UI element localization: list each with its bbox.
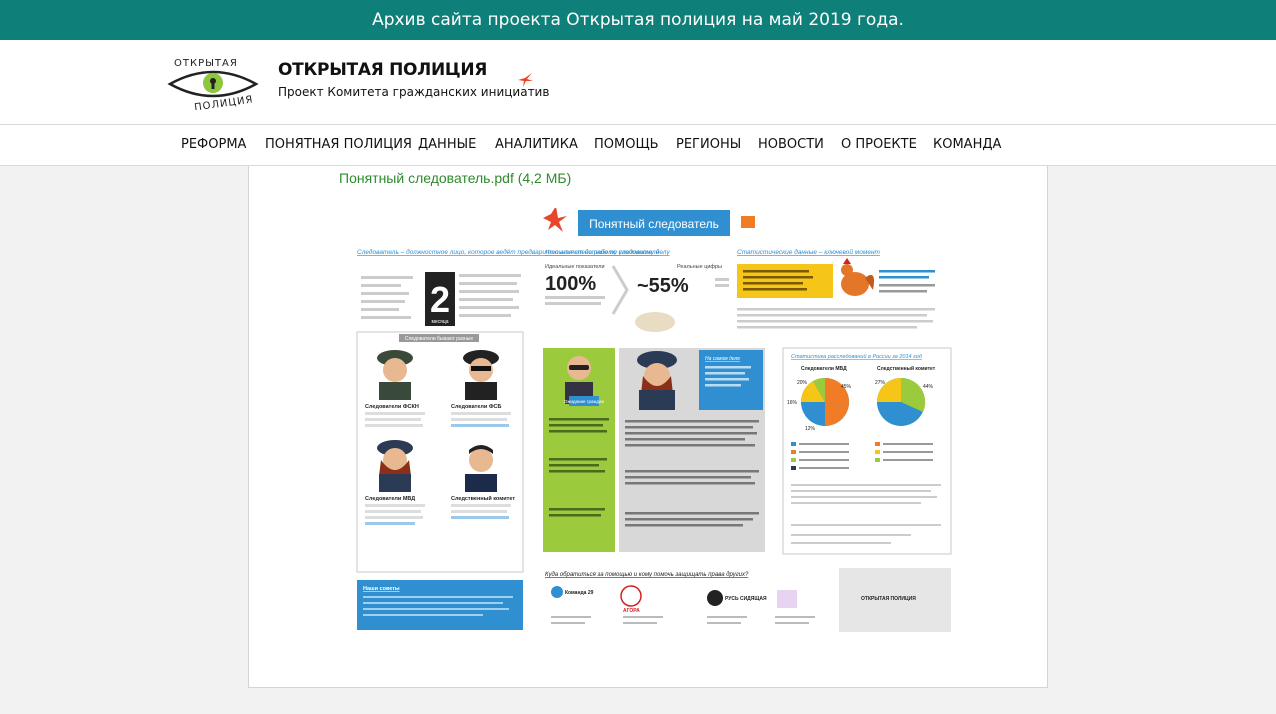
site-title[interactable]: ОТКРЫТАЯ ПОЛИЦИЯ — [278, 60, 487, 80]
real-case-label: На самом деле — [705, 356, 740, 362]
main-content: Понятный следователь.pdf (4,2 МБ) Понятн… — [248, 166, 1048, 688]
org-agora: АГОРА — [623, 608, 640, 614]
nav-item-help[interactable]: ПОМОЩЬ — [594, 137, 659, 152]
nav-item-understandable-police[interactable]: ПОНЯТНАЯ ПОЛИЦИЯ — [265, 137, 412, 152]
nav-item-data[interactable]: ДАННЫЕ — [418, 137, 476, 152]
pdf-download-link[interactable]: Понятный следователь.pdf (4,2 МБ) — [339, 170, 571, 186]
pct-16: 16% — [787, 400, 798, 406]
nav-item-news[interactable]: НОВОСТИ — [758, 137, 824, 152]
org-agora-logo — [620, 585, 642, 607]
porridge-bowl-icon — [635, 312, 675, 332]
org-open-police: ОТКРЫТАЯ ПОЛИЦИЯ — [861, 596, 916, 602]
types-header: Следователи бывают разные — [405, 336, 473, 342]
expect-label: Ожидание граждан — [564, 399, 605, 404]
officer-mvd-icon — [377, 440, 413, 492]
svg-text:ОТКРЫТАЯ: ОТКРЫТАЯ — [174, 58, 238, 69]
org-public-verdict-logo — [777, 590, 797, 608]
org-komanda29: Команда 29 — [565, 590, 594, 596]
help-question: Куда обратиться за помощью и кому помочь… — [545, 572, 749, 578]
pie-left-title: Следователи МВД — [801, 366, 847, 372]
nav-item-analytics[interactable]: АНАЛИТИКА — [495, 137, 578, 152]
type-fsb: Следователи ФСБ — [451, 404, 501, 410]
pct-27: 27% — [875, 380, 886, 386]
advice-title: Наши советы — [363, 586, 400, 592]
real-value: ~55% — [637, 275, 689, 297]
poster-title: Понятный следователь — [589, 217, 719, 231]
nav-item-team[interactable]: КОМАНДА — [933, 137, 1001, 152]
section-title-statistics: Статистические данные – ключевой момент — [737, 248, 881, 256]
big-number-unit: месяца — [431, 319, 448, 325]
section-title-factors: Что влияет на работу следователя — [545, 248, 660, 256]
org-rus-sidyashchaya-logo — [707, 590, 723, 606]
rooster-icon — [841, 258, 874, 296]
type-fskn: Следователи ФСКН — [365, 404, 419, 410]
ideal-label: Идеальные показатели — [545, 264, 605, 270]
pct-12: 12% — [805, 426, 816, 432]
pct-45: 45% — [841, 384, 852, 390]
nav-item-regions[interactable]: РЕГИОНЫ — [676, 137, 741, 152]
officer-sk-icon — [465, 445, 497, 492]
infographic-poster[interactable]: Понятный следователь Следователь – должн… — [355, 208, 955, 640]
nav-item-reform[interactable]: РЕФОРМА — [181, 137, 246, 152]
site-header: ОТКРЫТАЯ ПОЛИЦИЯ ОТКРЫТАЯ ПОЛИЦИЯ Проект… — [0, 40, 1276, 124]
statistics-highlight-box — [737, 264, 833, 298]
real-label: Реальные цифры — [677, 264, 722, 270]
org-komanda29-logo — [551, 586, 563, 598]
officer-fskn-icon — [377, 350, 413, 400]
site-subtitle: Проект Комитета гражданских инициатив — [278, 85, 550, 99]
stats-title: Статистика расследований в России за 201… — [791, 353, 922, 360]
type-sk: Следственный комитет — [451, 495, 515, 502]
bird-icon — [516, 72, 534, 93]
big-number: 2 — [430, 279, 450, 320]
svg-text:ПОЛИЦИЯ: ПОЛИЦИЯ — [194, 94, 255, 110]
org-rus-sidyashchaya: РУСЬ СИДЯЩАЯ — [725, 596, 767, 602]
pct-20: 20% — [797, 380, 808, 386]
archive-banner: Архив сайта проекта Открытая полиция на … — [0, 0, 1276, 40]
ideal-value: 100% — [545, 273, 596, 295]
pie-right-title: Следственный комитет — [877, 365, 936, 372]
officer-fsb-icon — [463, 350, 499, 400]
nav-item-about[interactable]: О ПРОЕКТЕ — [841, 137, 917, 152]
site-logo[interactable]: ОТКРЫТАЯ ПОЛИЦИЯ — [166, 54, 260, 114]
pct-44: 44% — [923, 384, 934, 390]
type-mvd: Следователи МВД — [365, 496, 415, 502]
poster-bird-icon — [543, 208, 567, 232]
main-nav: РЕФОРМА ПОНЯТНАЯ ПОЛИЦИЯ ДАННЫЕ АНАЛИТИК… — [0, 124, 1276, 166]
